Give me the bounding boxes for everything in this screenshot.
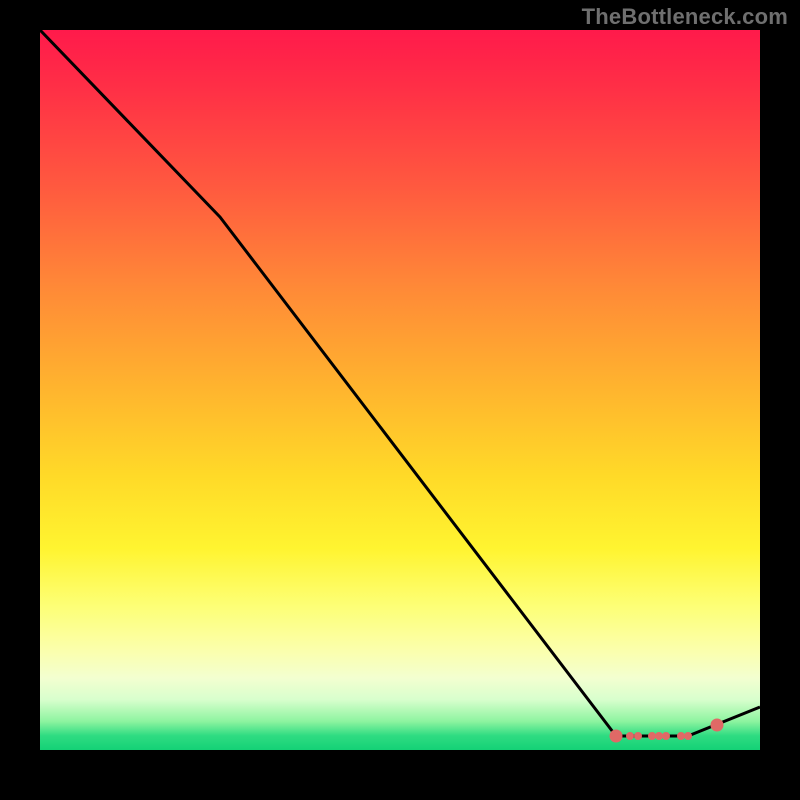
chart-overlay [40,30,760,750]
valley-markers [610,719,723,742]
plot-area [40,30,760,750]
bottleneck-curve [40,30,760,736]
chart-frame: TheBottleneck.com [0,0,800,800]
attribution-text: TheBottleneck.com [582,4,788,30]
